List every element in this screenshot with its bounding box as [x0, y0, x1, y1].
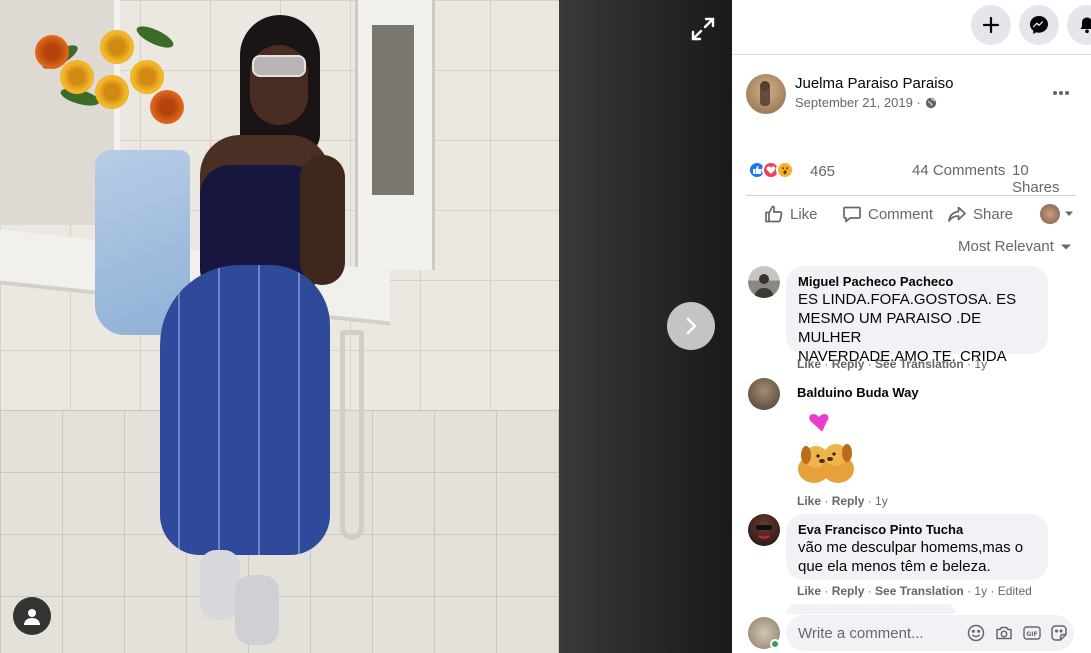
bell-icon	[1080, 17, 1091, 34]
avatar	[1040, 204, 1060, 224]
photo-door-glass	[372, 25, 414, 195]
post-header: Juelma Paraiso Paraiso September 21, 201…	[746, 73, 1076, 117]
chevron-right-icon	[686, 317, 697, 335]
photo-person	[150, 15, 350, 645]
share-label: Share	[973, 205, 1014, 223]
next-photo-button[interactable]	[667, 302, 715, 350]
comment-meta: Like · Reply · See Translation · 1y	[797, 357, 988, 371]
comment-author[interactable]: Miguel Pacheco Pacheco	[798, 274, 1036, 289]
share-icon	[948, 206, 966, 222]
messenger-icon	[1030, 16, 1048, 34]
comment-text: ES LINDA.FOFA.GOSTOSA. ES	[798, 291, 1017, 308]
comment-composer: GIF	[748, 615, 1078, 653]
comment-icon	[843, 206, 861, 223]
top-bar	[732, 0, 1091, 55]
more-options-button[interactable]	[1046, 81, 1076, 105]
reactions-count[interactable]: 465	[810, 163, 835, 180]
comment-reply-link[interactable]: Reply	[832, 357, 865, 371]
comment-bubble	[786, 604, 956, 614]
comment-meta: Like · Reply · 1y	[797, 494, 888, 508]
sticker-icon[interactable]	[1050, 624, 1068, 642]
react-as-selector[interactable]	[1040, 202, 1074, 226]
thumbs-up-icon	[765, 205, 783, 223]
camera-icon[interactable]	[995, 624, 1013, 642]
comment-reply-link[interactable]: Reply	[832, 584, 865, 598]
wow-reaction-icon	[776, 161, 794, 179]
author-avatar[interactable]	[746, 74, 786, 114]
comment-text: MESMO UM PARAISO .DE MULHER	[798, 310, 982, 346]
comment-button[interactable]: Comment	[842, 202, 933, 226]
commenter-avatar[interactable]	[748, 378, 780, 410]
expand-icon[interactable]	[688, 14, 718, 44]
puppies-heart-sticker[interactable]	[792, 411, 862, 491]
plus-icon	[982, 16, 1000, 34]
photo-viewer	[0, 0, 732, 653]
post-date: September 21, 2019 ·	[795, 95, 937, 110]
comment-time[interactable]: 1y	[974, 584, 987, 598]
comment-time[interactable]: 1y	[974, 357, 987, 371]
like-button[interactable]: Like	[764, 202, 818, 226]
post-photo[interactable]	[0, 0, 559, 653]
gif-icon[interactable]: GIF	[1023, 624, 1041, 642]
post-date-text[interactable]: September 21, 2019 ·	[795, 95, 921, 110]
comment-author[interactable]: Balduino Buda Way	[797, 385, 919, 400]
post-actions: Like Comment Share	[746, 195, 1076, 231]
comment-sort-menu[interactable]: Most Relevant	[958, 238, 1072, 255]
reactions-summary[interactable]	[748, 161, 794, 179]
user-icon[interactable]	[13, 597, 51, 635]
caret-down-icon	[1065, 211, 1073, 216]
comment-time[interactable]: 1y	[875, 494, 888, 508]
comment-item: Eva Francisco Pinto Tucha vão me desculp…	[748, 514, 1078, 604]
see-translation-link[interactable]: See Translation	[875, 584, 964, 598]
notifications-button[interactable]	[1067, 5, 1091, 45]
comment-input-box: GIF	[786, 615, 1074, 651]
messenger-button[interactable]	[1019, 5, 1059, 45]
comment-like-link[interactable]: Like	[797, 494, 821, 508]
shares-count[interactable]: 10 Shares	[1012, 162, 1076, 196]
post-stats: 465 44 Comments 10 Shares	[748, 160, 1076, 196]
share-button[interactable]: Share	[947, 202, 1013, 226]
emoji-icon[interactable]	[967, 624, 985, 642]
comment-text: que ela menos têm e beleza.	[798, 558, 991, 575]
comment-input[interactable]	[786, 615, 956, 651]
caret-down-icon	[1060, 244, 1071, 249]
sort-label: Most Relevant	[958, 238, 1054, 255]
comment-author[interactable]: Eva Francisco Pinto Tucha	[798, 522, 1036, 537]
comment-like-link[interactable]: Like	[797, 357, 821, 371]
comment-bubble: Eva Francisco Pinto Tucha vão me desculp…	[786, 514, 1048, 580]
comment-label: Comment	[868, 205, 934, 223]
commenter-avatar[interactable]	[748, 266, 780, 298]
ellipsis-icon	[1053, 91, 1069, 95]
create-button[interactable]	[971, 5, 1011, 45]
like-label: Like	[790, 205, 818, 223]
comment-item: Miguel Pacheco Pacheco ES LINDA.FOFA.GOS…	[748, 266, 1078, 376]
commenter-avatar[interactable]	[748, 514, 780, 546]
comment-meta: Like · Reply · See Translation · 1y · Ed…	[797, 584, 1032, 598]
comment-reply-link[interactable]: Reply	[832, 494, 865, 508]
comment-text: vão me desculpar homems,mas o	[798, 539, 1024, 556]
see-translation-link[interactable]: See Translation	[875, 357, 964, 371]
edited-label: Edited	[997, 584, 1032, 598]
online-status-dot	[770, 639, 780, 649]
comment-item: Balduino Buda Way Like · Reply · 1y	[748, 378, 1078, 513]
post-panel: Juelma Paraiso Paraiso September 21, 201…	[732, 0, 1091, 653]
comment-bubble: Miguel Pacheco Pacheco ES LINDA.FOFA.GOS…	[786, 266, 1048, 365]
globe-icon	[925, 97, 936, 108]
svg-text:GIF: GIF	[1026, 631, 1037, 638]
comments-count[interactable]: 44 Comments	[912, 162, 1005, 179]
author-name[interactable]: Juelma Paraiso Paraiso	[795, 75, 953, 92]
comment-like-link[interactable]: Like	[797, 584, 821, 598]
